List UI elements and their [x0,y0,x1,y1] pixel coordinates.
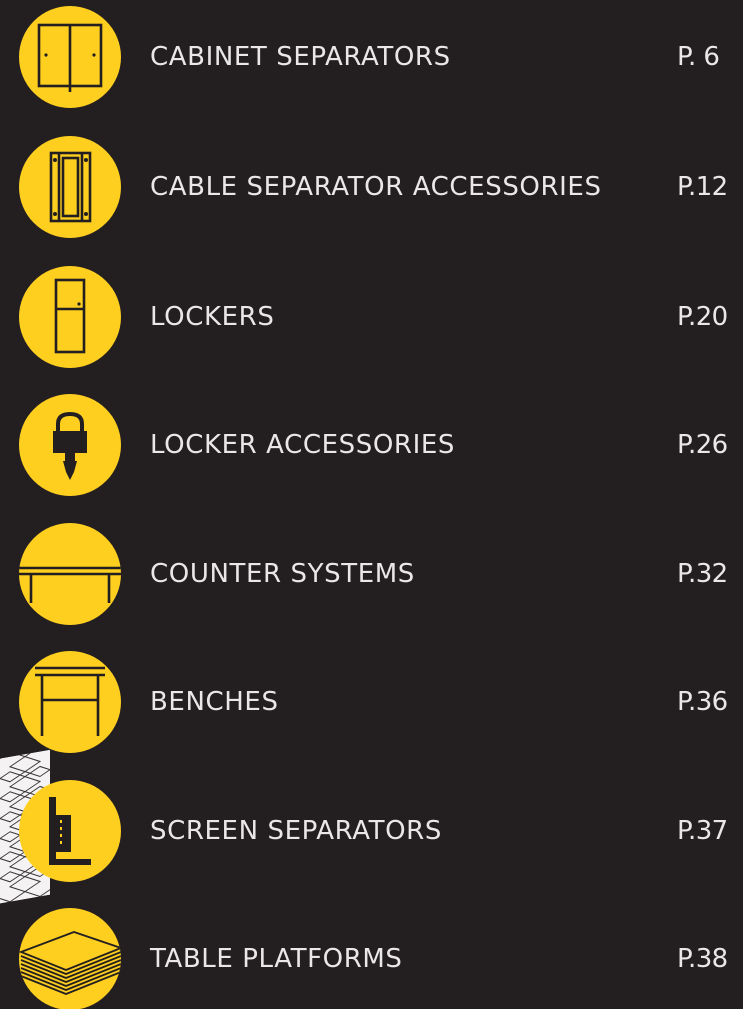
screen-separator-icon [19,780,121,882]
padlock-icon [19,394,121,496]
toc-item-cabinet-separators[interactable]: CABINET SEPARATORS P. 6 [0,6,743,110]
locker-icon [19,266,121,368]
toc-item-label: COUNTER SYSTEMS [150,559,415,589]
toc-item-label: LOCKER ACCESSORIES [150,430,455,460]
toc-item-page-number: P.12 [677,172,728,202]
toc-item-label: CABINET SEPARATORS [150,42,451,72]
toc-list: CABINET SEPARATORS P. 6 CABLE SEPARATOR … [0,0,743,1009]
toc-item-page-number: P.37 [677,816,728,846]
table-platform-icon [19,908,121,1009]
toc-item-cable-separator-accessories[interactable]: CABLE SEPARATOR ACCESSORIES P.12 [0,136,743,240]
toc-item-page-number: P.26 [677,430,728,460]
counter-icon [19,523,121,625]
toc-item-label: TABLE PLATFORMS [150,944,403,974]
toc-item-page-number: P. 6 [677,42,720,72]
toc-item-label: BENCHES [150,687,279,717]
toc-item-label: SCREEN SEPARATORS [150,816,442,846]
toc-item-label: CABLE SEPARATOR ACCESSORIES [150,172,602,202]
toc-item-page-number: P.32 [677,559,728,589]
toc-item-page-number: P.20 [677,302,728,332]
toc-item-locker-accessories[interactable]: LOCKER ACCESSORIES P.26 [0,394,743,498]
cabinet-icon [19,6,121,108]
cable-separator-accessory-icon [19,136,121,238]
toc-item-table-platforms[interactable]: TABLE PLATFORMS P.38 [0,908,743,1009]
toc-item-counter-systems[interactable]: COUNTER SYSTEMS P.32 [0,523,743,627]
toc-item-benches[interactable]: BENCHES P.36 [0,651,743,755]
toc-item-page-number: P.38 [677,944,728,974]
toc-item-label: LOCKERS [150,302,275,332]
toc-item-screen-separators[interactable]: SCREEN SEPARATORS P.37 [0,780,743,884]
toc-item-lockers[interactable]: LOCKERS P.20 [0,266,743,370]
toc-item-page-number: P.36 [677,687,728,717]
table-of-contents-page: CABINET SEPARATORS P. 6 CABLE SEPARATOR … [0,0,743,1009]
bench-icon [19,651,121,753]
